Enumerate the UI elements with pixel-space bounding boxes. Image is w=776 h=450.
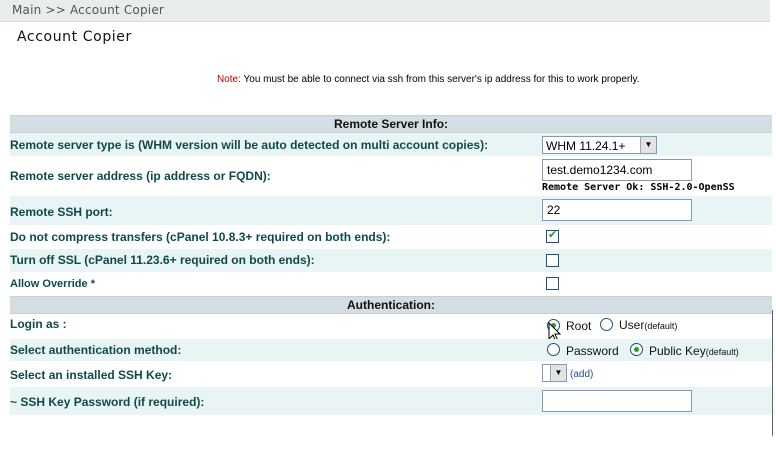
row-no-compress: Do not compress transfers (cPanel 10.8.3… xyxy=(10,226,772,249)
note-text: You must be able to connect via ssh from… xyxy=(240,74,640,85)
login-user-radio[interactable] xyxy=(600,318,613,331)
row-key-password: ~ SSH Key Password (if required): xyxy=(10,387,772,416)
allow-override-label: Allow Override * xyxy=(10,278,95,290)
row-auth-method: Select authentication method: Password P… xyxy=(10,339,772,362)
allow-override-checkbox[interactable] xyxy=(546,277,559,290)
page-title: Account Copier xyxy=(17,29,132,45)
row-ssh-key: Select an installed SSH Key: ▼ (add) xyxy=(10,362,772,387)
row-login-as: Login as : Root User(default) xyxy=(10,314,772,343)
ssl-off-label: Turn off SSL (cPanel 11.23.6+ required o… xyxy=(10,253,315,267)
page-edge-divider xyxy=(772,310,773,436)
chevron-down-icon[interactable]: ▼ xyxy=(550,365,566,381)
server-type-value: WHM 11.24.1+ xyxy=(546,139,626,153)
key-password-input[interactable] xyxy=(542,390,692,412)
section-authentication: Authentication: xyxy=(10,296,772,314)
auth-pubkey-default-note: (default) xyxy=(705,347,739,357)
section-auth-title: Authentication: xyxy=(347,298,435,312)
auth-pubkey-option[interactable]: Public Key(default) xyxy=(649,344,739,358)
ssh-port-label: Remote SSH port: xyxy=(10,205,113,219)
ssl-off-checkbox[interactable] xyxy=(546,254,559,267)
no-compress-label: Do not compress transfers (cPanel 10.8.3… xyxy=(10,230,391,244)
note-label: Note: xyxy=(217,74,241,85)
auth-password-label[interactable]: Password xyxy=(566,344,619,358)
no-compress-checkbox[interactable]: ✔ xyxy=(546,228,559,243)
ssh-port-input[interactable]: 22 xyxy=(542,199,692,221)
server-status-text: Remote Server Ok: SSH-2.0-OpenSS xyxy=(542,182,735,193)
note: Note: You must be able to connect via ss… xyxy=(217,74,639,85)
check-icon: ✔ xyxy=(548,228,558,241)
chevron-down-icon[interactable]: ▼ xyxy=(640,137,656,153)
server-type-select[interactable]: WHM 11.24.1+ ▼ xyxy=(542,136,657,154)
section-remote-server: Remote Server Info: xyxy=(10,115,772,133)
copier-form: Remote Server Info: Remote server type i… xyxy=(10,115,772,416)
auth-password-radio[interactable] xyxy=(547,343,560,356)
row-ssh-port: Remote SSH port: 22 xyxy=(10,196,772,226)
login-as-label: Login as : xyxy=(10,317,67,331)
key-password-label: ~ SSH Key Password (if required): xyxy=(10,395,205,409)
server-type-label: Remote server type is (WHM version will … xyxy=(10,138,489,152)
section-remote-title: Remote Server Info: xyxy=(333,117,449,131)
auth-method-label: Select authentication method: xyxy=(10,343,182,357)
ssh-key-label: Select an installed SSH Key: xyxy=(10,368,173,382)
row-server-type: Remote server type is (WHM version will … xyxy=(10,133,772,157)
row-allow-override: Allow Override * xyxy=(10,273,772,296)
breadcrumb: Main >> Account Copier xyxy=(0,0,770,22)
breadcrumb-text[interactable]: Main >> Account Copier xyxy=(12,3,164,17)
server-address-label: Remote server address (ip address or FQD… xyxy=(10,169,271,183)
login-root-label[interactable]: Root xyxy=(566,319,591,333)
auth-pubkey-radio[interactable] xyxy=(630,343,643,356)
login-user-option[interactable]: User(default) xyxy=(619,318,677,332)
auth-pubkey-label: Public Key xyxy=(649,344,706,358)
row-ssl-off: Turn off SSL (cPanel 11.23.6+ required o… xyxy=(10,249,772,273)
add-ssh-key-link[interactable]: (add) xyxy=(570,369,593,380)
server-address-input[interactable]: test.demo1234.com xyxy=(542,159,692,181)
login-user-default-note: (default) xyxy=(644,321,678,331)
row-server-address: Remote server address (ip address or FQD… xyxy=(10,157,772,196)
login-user-label: User xyxy=(619,318,645,332)
ssh-key-select[interactable]: ▼ xyxy=(542,364,567,382)
